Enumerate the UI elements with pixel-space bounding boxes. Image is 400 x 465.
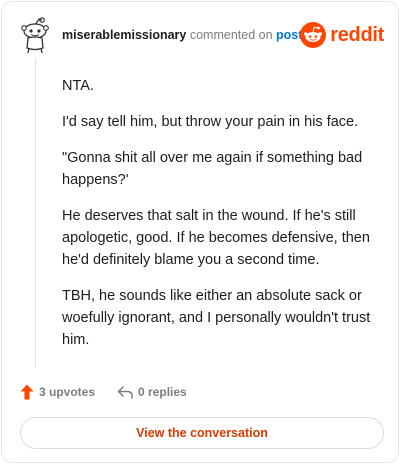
comment-body: NTA. I'd say tell him, but throw your pa… bbox=[62, 75, 382, 365]
upvote-count: 3 upvotes bbox=[39, 385, 96, 399]
comment-header: miserablemissionary commented on post bbox=[62, 27, 302, 43]
reply-button[interactable]: 0 replies bbox=[117, 385, 187, 399]
comment-footer: 3 upvotes 0 replies bbox=[20, 384, 209, 400]
comment-paragraph: He deserves that salt in the wound. If h… bbox=[62, 208, 370, 268]
thread-line bbox=[35, 58, 36, 368]
upvote-arrow-icon bbox=[20, 384, 34, 400]
upvote-button[interactable]: 3 upvotes bbox=[20, 384, 95, 400]
reply-count: 0 replies bbox=[138, 385, 187, 399]
view-conversation-button[interactable]: View the conversation bbox=[20, 417, 384, 449]
reply-arrow-icon bbox=[117, 386, 133, 399]
comment-paragraph: "Gonna shit all over me again if somethi… bbox=[62, 150, 363, 188]
comment-paragraph: I'd say tell him, but throw your pain in… bbox=[62, 114, 359, 130]
comment-paragraph: TBH, he sounds like either an absolute s… bbox=[62, 288, 371, 348]
reddit-wordmark: reddit bbox=[330, 24, 384, 46]
comment-card: miserablemissionary commented on post re… bbox=[1, 1, 399, 463]
reddit-logo[interactable]: reddit bbox=[300, 22, 384, 48]
post-link[interactable]: post bbox=[276, 28, 302, 42]
reddit-logo-icon bbox=[300, 22, 327, 48]
snoo-avatar-icon bbox=[21, 17, 49, 54]
comment-paragraph: NTA. bbox=[62, 78, 94, 94]
username[interactable]: miserablemissionary bbox=[62, 28, 186, 42]
comment-action: commented on bbox=[189, 28, 273, 42]
